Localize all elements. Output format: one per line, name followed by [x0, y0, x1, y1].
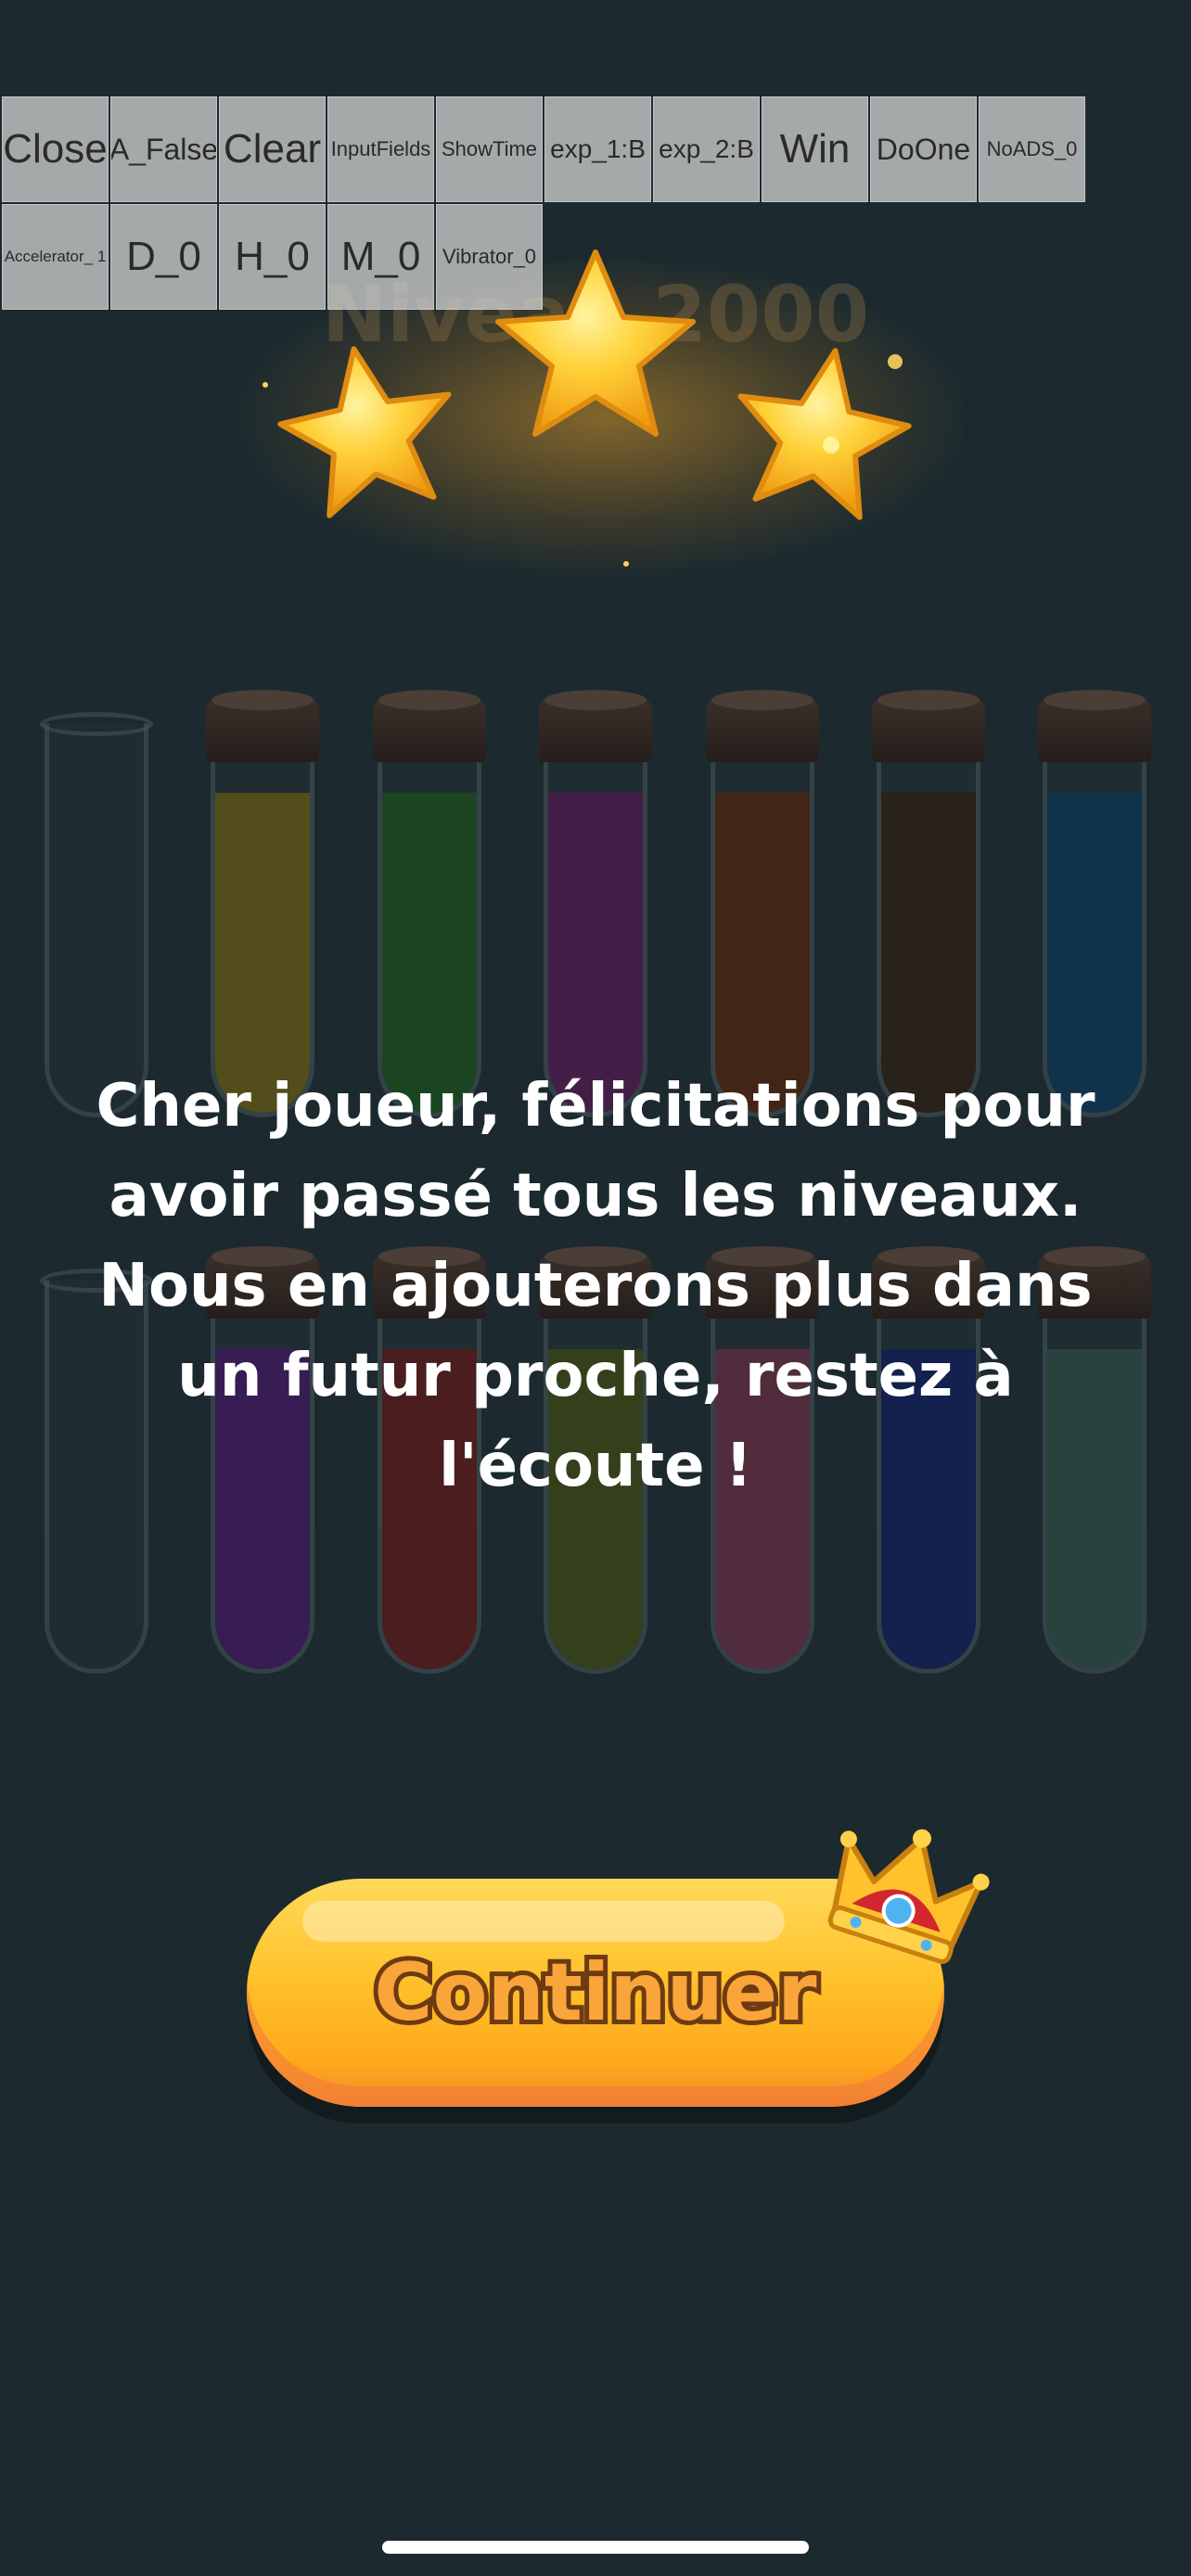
debug-toolbar: Close A_False Clear InputFields ShowTime exp_…: [2, 96, 1106, 310]
test-tube[interactable]: [378, 723, 481, 1117]
debug-button[interactable]: exp_2:B: [653, 96, 760, 202]
tube-cork: [706, 690, 819, 762]
tube-rim: [40, 712, 153, 736]
tube-cork: [539, 690, 652, 762]
debug-button[interactable]: D_0: [110, 204, 217, 310]
tube-cork: [872, 690, 985, 762]
debug-button[interactable]: Vibrator_0: [436, 204, 543, 310]
debug-button[interactable]: NoADS_0: [979, 96, 1085, 202]
tube-cork: [1038, 690, 1151, 762]
debug-button[interactable]: Clear: [219, 96, 326, 202]
crown-icon: [827, 1829, 990, 1964]
tube-cork: [373, 690, 486, 762]
test-tube[interactable]: [211, 723, 314, 1117]
test-tube[interactable]: [544, 723, 647, 1117]
debug-button[interactable]: H_0: [219, 204, 326, 310]
test-tube[interactable]: [877, 723, 980, 1117]
congratulations-message: Cher joueur, félicitations pour avoir pa…: [96, 1072, 1095, 1500]
home-indicator: [382, 2541, 809, 2554]
button-shine: [302, 1901, 785, 1942]
test-tube[interactable]: [1043, 723, 1146, 1117]
debug-button[interactable]: InputFields: [327, 96, 434, 202]
star-icon-left: [277, 346, 452, 518]
debug-button[interactable]: M_0: [327, 204, 434, 310]
test-tube[interactable]: [45, 723, 148, 1117]
debug-button[interactable]: ShowTime: [436, 96, 543, 202]
debug-button[interactable]: DoOne: [870, 96, 977, 202]
continue-button-label: Continuer: [369, 1942, 821, 2044]
test-tube[interactable]: [711, 723, 814, 1117]
tube-cork: [206, 690, 319, 762]
debug-button[interactable]: A_False: [110, 96, 217, 202]
debug-button[interactable]: Accelerator_ 1: [2, 204, 109, 310]
debug-button[interactable]: Close: [2, 96, 109, 202]
debug-button[interactable]: exp_1:B: [544, 96, 651, 202]
debug-button[interactable]: Win: [762, 96, 868, 202]
